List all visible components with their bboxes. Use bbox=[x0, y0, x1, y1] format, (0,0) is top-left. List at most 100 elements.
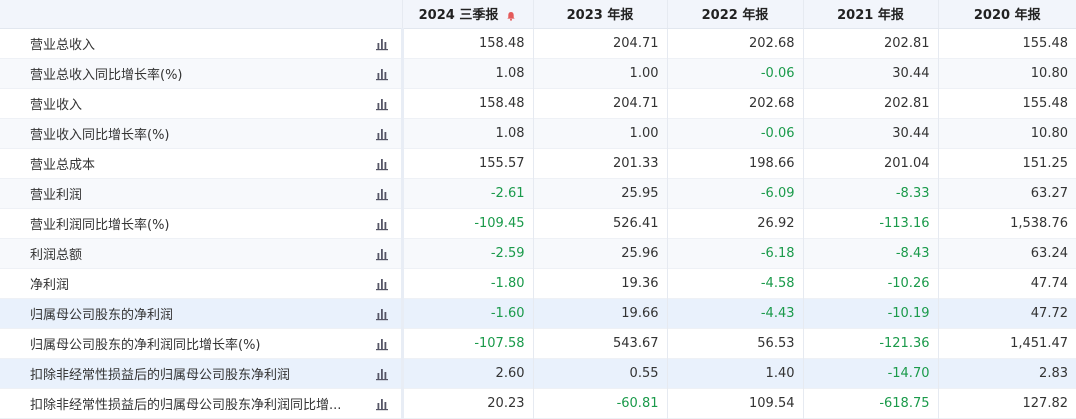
value-cell: -107.58 bbox=[400, 328, 533, 358]
period-header[interactable]: 2024 三季报 bbox=[401, 0, 533, 29]
value-cell: 25.96 bbox=[532, 238, 667, 268]
value-cell: 10.80 bbox=[937, 58, 1076, 88]
row-label: 归属母公司股东的净利润 bbox=[30, 307, 174, 323]
value-cell: 1.08 bbox=[400, 58, 533, 88]
header-row: 2024 三季报 2023 年报 2022 年报 2021 年报 2020 年报 bbox=[0, 0, 1076, 29]
value-cell: -2.61 bbox=[400, 178, 533, 208]
bar-chart-icon[interactable] bbox=[375, 397, 389, 411]
bar-chart-icon[interactable] bbox=[375, 67, 389, 81]
value-cell: -109.45 bbox=[400, 208, 533, 238]
table-row: 营业利润同比增长率(%) -109.45 526.41 26.92 -113.16 1,5… bbox=[0, 208, 1076, 238]
table-row: 扣除非经常性损益后的归属母公司股东净利润 2.60 0.55 1.40 -14.70 2.… bbox=[0, 358, 1076, 388]
row-label-cell: 营业利润 bbox=[0, 178, 402, 208]
row-label: 扣除非经常性损益后的归属母公司股东净利润同比增... bbox=[30, 397, 342, 413]
value-cell: 30.44 bbox=[802, 118, 938, 148]
row-label-cell: 营业总收入 bbox=[0, 28, 402, 58]
row-label: 营业收入同比增长率(%) bbox=[30, 127, 170, 143]
table-row: 营业总收入 158.48 204.71 202.68 202.81 155.48 bbox=[0, 28, 1076, 58]
bar-chart-icon[interactable] bbox=[375, 307, 389, 321]
row-label: 营业利润 bbox=[30, 187, 83, 203]
table-row: 利润总额 -2.59 25.96 -6.18 -8.43 63.24 bbox=[0, 238, 1076, 268]
value-cell: -618.75 bbox=[802, 388, 938, 418]
bell-icon[interactable] bbox=[506, 11, 516, 21]
bar-chart-icon[interactable] bbox=[375, 367, 389, 381]
period-header[interactable]: 2020 年报 bbox=[937, 0, 1076, 29]
row-label-cell: 归属母公司股东的净利润同比增长率(%) bbox=[0, 328, 402, 358]
value-cell: 2.60 bbox=[400, 358, 533, 388]
table-row: 扣除非经常性损益后的归属母公司股东净利润同比增... 20.23 -60.81 109… bbox=[0, 388, 1076, 418]
period-header[interactable]: 2021 年报 bbox=[802, 0, 938, 29]
row-label-cell: 营业收入 bbox=[0, 88, 402, 118]
row-label: 营业收入 bbox=[30, 97, 83, 113]
value-cell: 155.48 bbox=[937, 88, 1076, 118]
value-cell: -1.60 bbox=[400, 298, 533, 328]
table-row: 归属母公司股东的净利润 -1.60 19.66 -4.43 -10.19 47.72 bbox=[0, 298, 1076, 328]
value-cell: -2.59 bbox=[400, 238, 533, 268]
value-cell: 25.95 bbox=[532, 178, 667, 208]
value-cell: 201.33 bbox=[532, 148, 667, 178]
value-cell: 202.81 bbox=[802, 88, 938, 118]
row-label-cell: 归属母公司股东的净利润 bbox=[0, 298, 402, 328]
row-label: 营业利润同比增长率(%) bbox=[30, 217, 170, 233]
value-cell: 127.82 bbox=[937, 388, 1076, 418]
value-cell: -4.43 bbox=[666, 298, 803, 328]
value-cell: -60.81 bbox=[532, 388, 667, 418]
table-row: 营业收入同比增长率(%) 1.08 1.00 -0.06 30.44 10.80 bbox=[0, 118, 1076, 148]
value-cell: -10.26 bbox=[802, 268, 938, 298]
row-label: 归属母公司股东的净利润同比增长率(%) bbox=[30, 337, 261, 353]
value-cell: 202.68 bbox=[666, 88, 803, 118]
value-cell: 526.41 bbox=[532, 208, 667, 238]
bar-chart-icon[interactable] bbox=[375, 337, 389, 351]
value-cell: 201.04 bbox=[802, 148, 938, 178]
table-row: 归属母公司股东的净利润同比增长率(%) -107.58 543.67 56.53 -12… bbox=[0, 328, 1076, 358]
row-label: 营业总成本 bbox=[30, 157, 96, 173]
bar-chart-icon[interactable] bbox=[375, 37, 389, 51]
value-cell: -6.09 bbox=[666, 178, 803, 208]
value-cell: 1,538.76 bbox=[937, 208, 1076, 238]
table-row: 营业总收入同比增长率(%) 1.08 1.00 -0.06 30.44 10.80 bbox=[0, 58, 1076, 88]
table-row: 营业总成本 155.57 201.33 198.66 201.04 151.25 bbox=[0, 148, 1076, 178]
row-label-cell: 营业总成本 bbox=[0, 148, 402, 178]
row-label-cell: 营业总收入同比增长率(%) bbox=[0, 58, 402, 88]
bar-chart-icon[interactable] bbox=[375, 157, 389, 171]
row-label-cell: 营业利润同比增长率(%) bbox=[0, 208, 402, 238]
value-cell: 47.72 bbox=[937, 298, 1076, 328]
row-label: 扣除非经常性损益后的归属母公司股东净利润 bbox=[30, 367, 291, 383]
value-cell: 2.83 bbox=[937, 358, 1076, 388]
bar-chart-icon[interactable] bbox=[375, 187, 389, 201]
bar-chart-icon[interactable] bbox=[375, 97, 389, 111]
bar-chart-icon[interactable] bbox=[375, 127, 389, 141]
row-label-cell: 扣除非经常性损益后的归属母公司股东净利润同比增... bbox=[0, 388, 402, 418]
row-label-cell: 营业收入同比增长率(%) bbox=[0, 118, 402, 148]
value-cell: 204.71 bbox=[532, 28, 667, 58]
header-corner bbox=[0, 0, 402, 29]
value-cell: -10.19 bbox=[802, 298, 938, 328]
period-header[interactable]: 2022 年报 bbox=[666, 0, 803, 29]
table-row: 营业利润 -2.61 25.95 -6.09 -8.33 63.27 bbox=[0, 178, 1076, 208]
value-cell: 47.74 bbox=[937, 268, 1076, 298]
value-cell: 1.00 bbox=[532, 118, 667, 148]
value-cell: 109.54 bbox=[666, 388, 803, 418]
row-label-cell: 扣除非经常性损益后的归属母公司股东净利润 bbox=[0, 358, 402, 388]
value-cell: -8.43 bbox=[802, 238, 938, 268]
value-cell: 1.40 bbox=[666, 358, 803, 388]
value-cell: 202.81 bbox=[802, 28, 938, 58]
value-cell: 202.68 bbox=[666, 28, 803, 58]
value-cell: 1.00 bbox=[532, 58, 667, 88]
value-cell: 19.36 bbox=[532, 268, 667, 298]
value-cell: -8.33 bbox=[802, 178, 938, 208]
value-cell: 155.48 bbox=[937, 28, 1076, 58]
value-cell: 543.67 bbox=[532, 328, 667, 358]
value-cell: 198.66 bbox=[666, 148, 803, 178]
row-label: 净利润 bbox=[30, 277, 70, 293]
bar-chart-icon[interactable] bbox=[375, 217, 389, 231]
value-cell: -6.18 bbox=[666, 238, 803, 268]
value-cell: 0.55 bbox=[532, 358, 667, 388]
value-cell: -121.36 bbox=[802, 328, 938, 358]
value-cell: 158.48 bbox=[400, 88, 533, 118]
row-label-cell: 利润总额 bbox=[0, 238, 402, 268]
value-cell: 158.48 bbox=[400, 28, 533, 58]
bar-chart-icon[interactable] bbox=[375, 277, 389, 291]
bar-chart-icon[interactable] bbox=[375, 247, 389, 261]
period-header[interactable]: 2023 年报 bbox=[532, 0, 667, 29]
